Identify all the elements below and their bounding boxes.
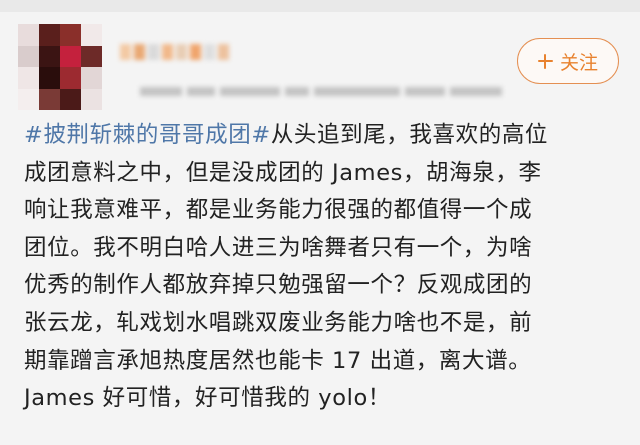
post-line: 张云龙，轧戏划水唱跳双废业务能力啥也不是，前 [24,309,533,336]
top-edge-bar [0,0,640,12]
post-line: 期靠蹭言承旭热度居然也能卡 17 出道，离大谱。 [24,347,532,374]
post-line: 优秀的制作人都放弃掉只勉强留一个？反观成团的 [24,272,533,299]
username-redacted[interactable] [120,44,232,66]
post-meta-redacted [140,82,507,100]
follow-button-label: 关注 [559,51,598,74]
post-text: #披荆斩棘的哥哥成团#从头追到尾，我喜欢的高位 成团意料之中，但是没成团的 Ja… [24,117,624,418]
post-line: #披荆斩棘的哥哥成团#从头追到尾，我喜欢的高位 [24,117,624,155]
post-line-text: 从头追到尾，我喜欢的高位 [270,122,549,148]
post-line: 响让我意难平，都是业务能力很强的都值得一个成 [24,197,533,224]
follow-button[interactable]: 关注 [517,38,619,84]
plus-icon [537,53,553,69]
post-screen: 关注 #披荆斩棘的哥哥成团#从头追到尾，我喜欢的高位 成团意料之中，但是没成团的… [0,0,640,445]
hashtag-link[interactable]: #披荆斩棘的哥哥成团# [24,122,271,148]
post-line: 成团意料之中，但是没成团的 James，胡海泉，李 [24,159,542,186]
post-line: 团位。我不明白哈人进三为啥舞者只有一个，为啥 [24,234,533,261]
post-line: James 好可惜，好可惜我的 yolo！ [24,385,391,412]
pixelated-avatar-icon[interactable] [18,24,102,110]
